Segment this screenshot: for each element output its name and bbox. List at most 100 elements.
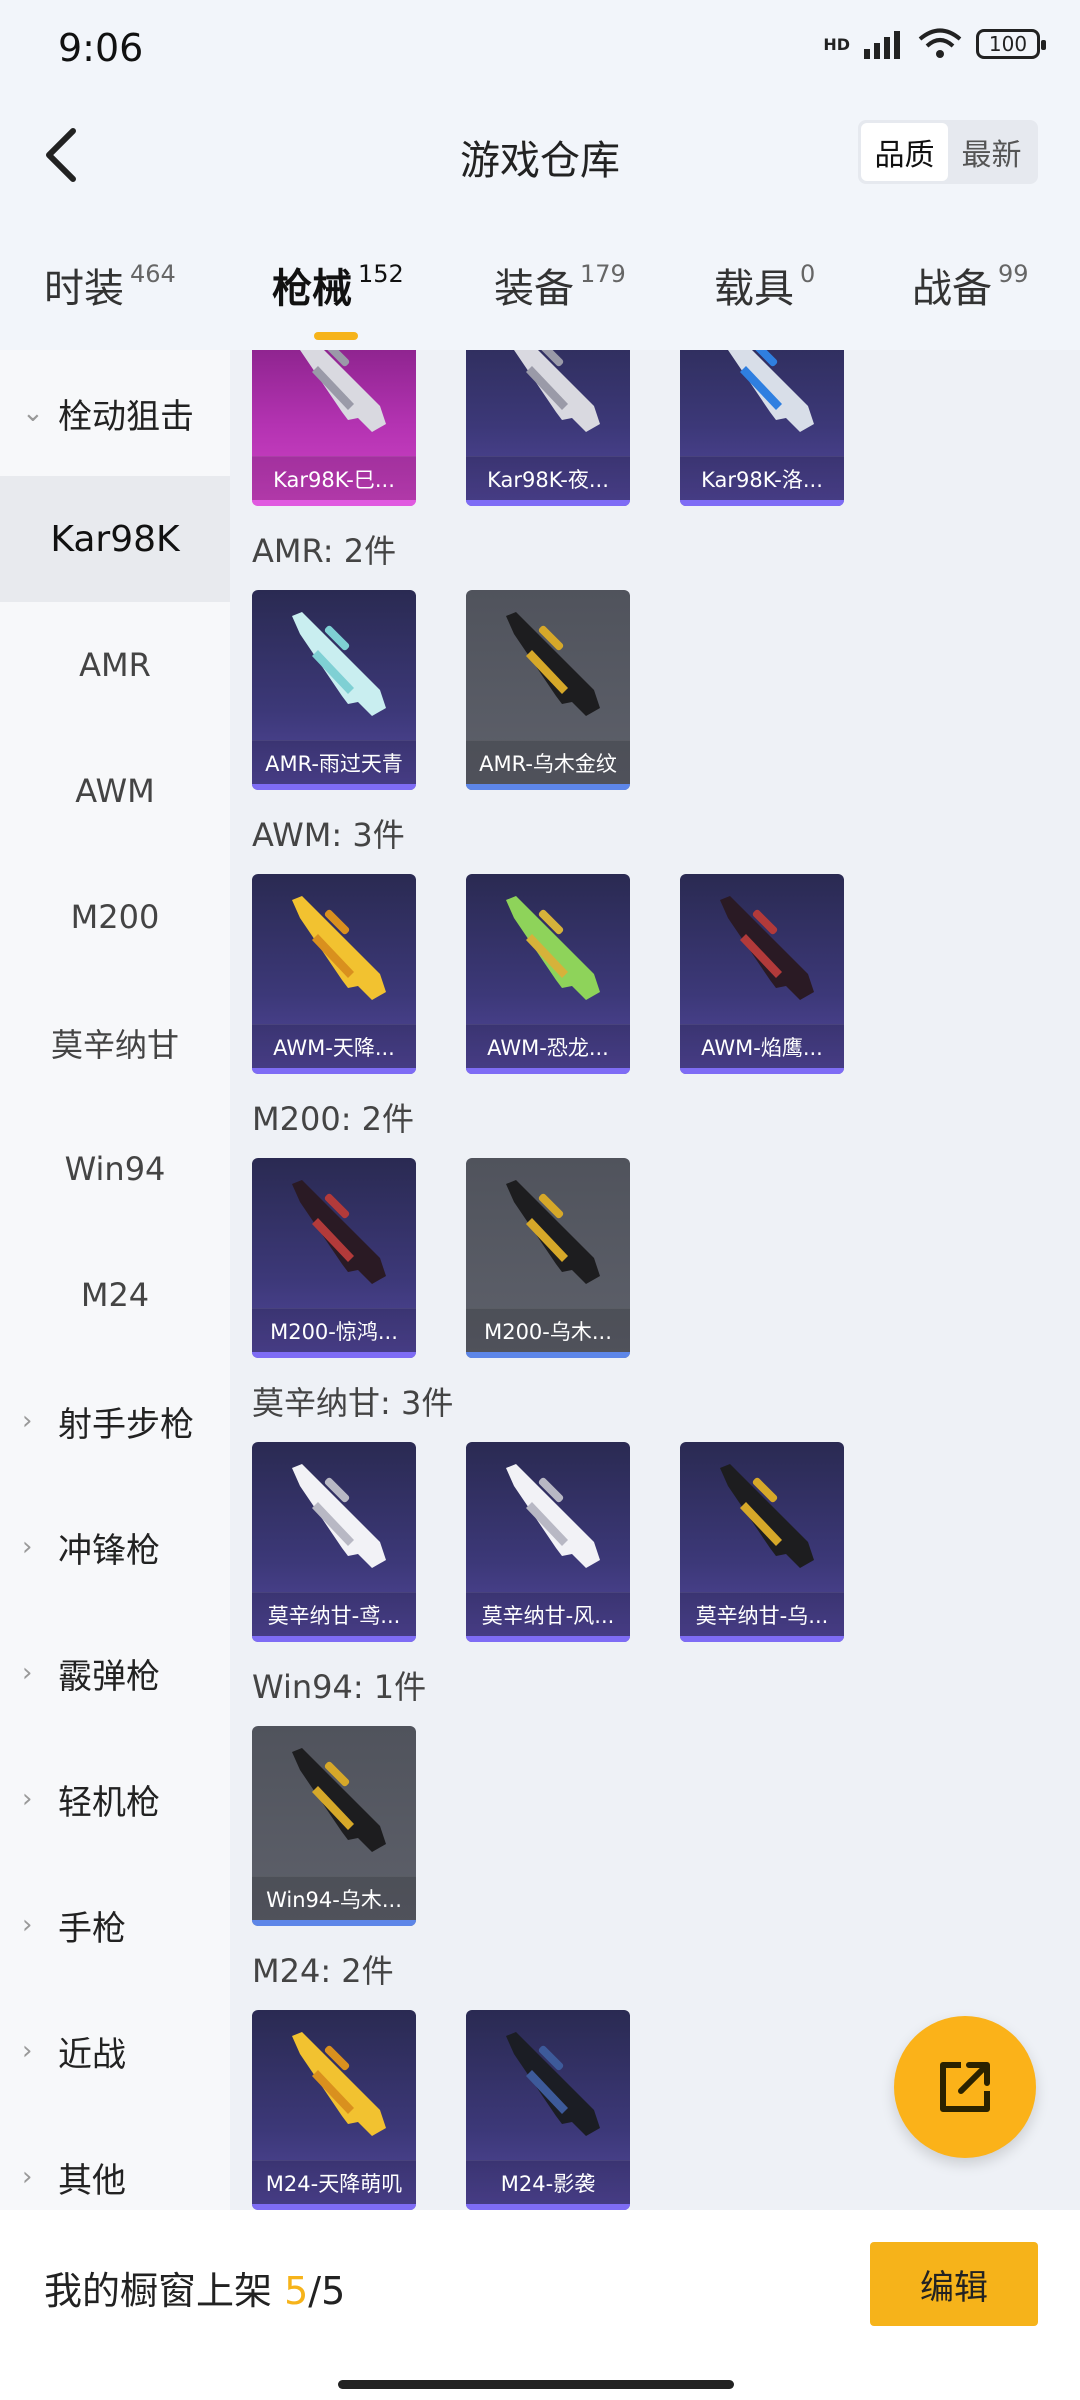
rifle-icon xyxy=(476,1172,620,1292)
rifle-icon xyxy=(690,350,834,440)
sidebar-item-melee[interactable]: › 近战 xyxy=(0,1988,230,2114)
skin-card[interactable]: AMR-乌木金纹 xyxy=(466,590,630,790)
rifle-body xyxy=(292,1748,386,1852)
sort-newest-button[interactable]: 最新 xyxy=(948,123,1035,181)
rifle-body xyxy=(506,1180,600,1284)
rifle-icon xyxy=(262,604,406,724)
skin-card[interactable]: 莫辛纳甘-风... xyxy=(466,1442,630,1642)
rifle-body xyxy=(292,1464,386,1568)
rifle-body xyxy=(292,612,386,716)
rifle-graphic xyxy=(720,896,814,1000)
rarity-bar xyxy=(680,1068,844,1074)
edit-button[interactable]: 编辑 xyxy=(870,2242,1038,2326)
skin-card[interactable]: Win94-乌木... xyxy=(252,1726,416,1926)
share-icon xyxy=(940,2062,990,2112)
rarity-bar xyxy=(680,500,844,506)
sort-toggle: 品质 最新 xyxy=(858,120,1038,184)
tab-equipment[interactable]: 装备 179 xyxy=(494,256,626,314)
tab-count: 179 xyxy=(580,260,626,288)
skin-name: Win94-乌木... xyxy=(252,1876,416,1920)
chevron-right-icon: › xyxy=(22,1910,33,1940)
rarity-bar xyxy=(252,1920,416,1926)
tab-fashion[interactable]: 时装 464 xyxy=(44,256,176,314)
sidebar-item-label: 冲锋枪 xyxy=(58,1530,160,1571)
sidebar-item-label: 霰弹枪 xyxy=(58,1656,160,1697)
sidebar-item-smg[interactable]: › 冲锋枪 xyxy=(0,1484,230,1610)
rifle-graphic xyxy=(292,1180,386,1284)
rarity-bar xyxy=(466,1636,630,1642)
skin-name: M24-影袭 xyxy=(466,2160,630,2204)
rifle-graphic xyxy=(300,350,386,432)
rifle-icon xyxy=(262,1740,406,1860)
status-bar: 9:06 HD 100 xyxy=(0,0,1080,100)
skin-card[interactable]: AMR-雨过天青 xyxy=(252,590,416,790)
tab-vehicles[interactable]: 载具 0 xyxy=(714,256,815,314)
skin-name: AMR-乌木金纹 xyxy=(466,740,630,784)
rifle-graphic xyxy=(506,612,600,716)
skin-name: Kar98K-巳... xyxy=(252,456,416,500)
tab-supplies[interactable]: 战备 99 xyxy=(912,256,1029,314)
rarity-bar xyxy=(252,1352,416,1358)
skin-card[interactable]: M24-天降萌叽 xyxy=(252,2010,416,2210)
section-title: M24: 2件 xyxy=(252,1952,394,1990)
sidebar-item-amr[interactable]: AMR xyxy=(0,602,230,728)
sidebar-item-kar98k[interactable]: Kar98K xyxy=(0,476,230,602)
header: 游戏仓库 品质 最新 xyxy=(0,100,1080,210)
showcase-status: 我的橱窗上架 5/5 xyxy=(44,2260,345,2315)
home-indicator[interactable] xyxy=(338,2380,734,2389)
skin-card[interactable]: M24-影袭 xyxy=(466,2010,630,2210)
category-tabs: 时装 464 枪械 152 装备 179 载具 0 战备 99 xyxy=(0,210,1080,350)
sidebar-item-pistol[interactable]: › 手枪 xyxy=(0,1862,230,1988)
sidebar-item-lmg[interactable]: › 轻机枪 xyxy=(0,1736,230,1862)
rifle-body xyxy=(292,2032,386,2136)
skin-card[interactable]: AWM-天降... xyxy=(252,874,416,1074)
rifle-icon xyxy=(262,350,406,440)
skin-name: M24-天降萌叽 xyxy=(252,2160,416,2204)
skin-card[interactable]: Kar98K-巳... xyxy=(252,350,416,506)
rifle-graphic xyxy=(292,1748,386,1852)
rifle-body xyxy=(720,1464,814,1568)
skin-card[interactable]: M200-乌木... xyxy=(466,1158,630,1358)
showcase-total: /5 xyxy=(308,2269,346,2313)
share-button[interactable] xyxy=(894,2016,1036,2158)
rarity-bar xyxy=(680,1636,844,1642)
sidebar-item-win94[interactable]: Win94 xyxy=(0,1106,230,1232)
skin-card[interactable]: AWM-恐龙... xyxy=(466,874,630,1074)
sidebar-item-mosin[interactable]: 莫辛纳甘 xyxy=(0,980,230,1106)
skin-card[interactable]: Kar98K-夜... xyxy=(466,350,630,506)
weapon-grid: Kar98K-巳... Kar98K-夜... Kar98K-洛... AMR:… xyxy=(230,350,1080,2210)
tab-firearms[interactable]: 枪械 152 xyxy=(272,256,404,340)
skin-card[interactable]: Kar98K-洛... xyxy=(680,350,844,506)
skin-name: AWM-天降... xyxy=(252,1024,416,1068)
rarity-bar xyxy=(466,500,630,506)
rifle-icon xyxy=(476,604,620,724)
rifle-icon xyxy=(262,2024,406,2144)
tab-label: 时装 xyxy=(44,266,124,312)
skin-card[interactable]: M200-惊鸿... xyxy=(252,1158,416,1358)
rifle-icon xyxy=(476,888,620,1008)
skin-card[interactable]: 莫辛纳甘-乌... xyxy=(680,1442,844,1642)
section-title: Win94: 1件 xyxy=(252,1668,427,1706)
sort-quality-button[interactable]: 品质 xyxy=(861,123,948,181)
hd-icon: HD xyxy=(823,34,850,54)
skin-card[interactable]: 莫辛纳甘-鸢... xyxy=(252,1442,416,1642)
sidebar-item-shotgun[interactable]: › 霰弹枪 xyxy=(0,1610,230,1736)
sidebar-item-label: 轻机枪 xyxy=(58,1782,160,1823)
sidebar-item-label: 近战 xyxy=(58,2034,126,2075)
skin-name: M200-惊鸿... xyxy=(252,1308,416,1352)
sidebar-item-m24[interactable]: M24 xyxy=(0,1232,230,1358)
sidebar-item-label: 其他 xyxy=(58,2160,126,2201)
skin-name: Kar98K-夜... xyxy=(466,456,630,500)
skin-name: AMR-雨过天青 xyxy=(252,740,416,784)
rifle-body xyxy=(720,896,814,1000)
rifle-icon xyxy=(476,350,620,440)
skin-card[interactable]: AWM-焰鹰... xyxy=(680,874,844,1074)
showcase-count: 5 xyxy=(284,2269,309,2313)
wifi-icon xyxy=(918,28,962,58)
sidebar-item-awm[interactable]: AWM xyxy=(0,728,230,854)
rifle-body xyxy=(292,896,386,1000)
sidebar-item-dmr[interactable]: › 射手步枪 xyxy=(0,1358,230,1484)
sidebar-item-m200[interactable]: M200 xyxy=(0,854,230,980)
sidebar-item-bolt-action[interactable]: ⌄ 栓动狙击 xyxy=(0,350,230,476)
rifle-graphic xyxy=(720,1464,814,1568)
